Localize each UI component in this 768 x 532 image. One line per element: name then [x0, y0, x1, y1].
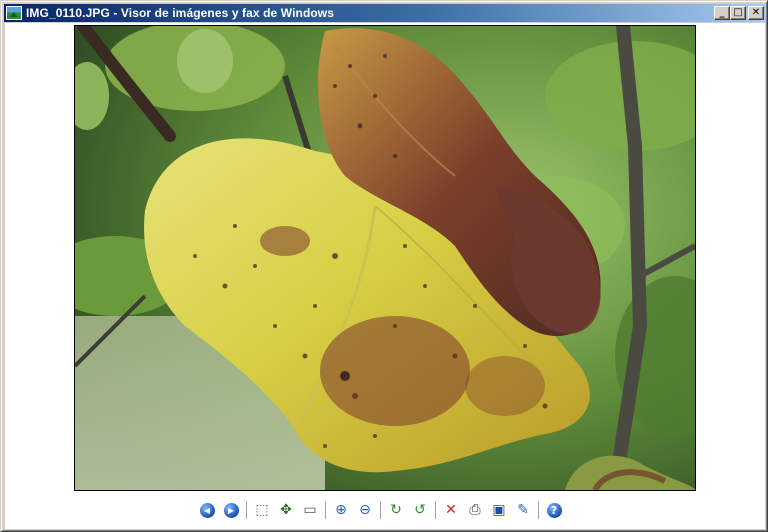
best-fit-button[interactable]: ⬚: [252, 500, 272, 520]
save-button[interactable]: ▣: [489, 500, 509, 520]
print-button[interactable]: ⎙: [465, 500, 485, 520]
edit-image-button[interactable]: ✎: [513, 500, 533, 520]
toolbar-separator: [246, 501, 247, 519]
rotate-clockwise-icon: ↻: [390, 502, 402, 518]
minimize-button[interactable]: _: [714, 6, 730, 20]
rotate-clockwise-button[interactable]: ↻: [386, 500, 406, 520]
arrow-right-circle-icon: ▶: [223, 502, 239, 518]
photo-fig-leaf: [75, 26, 695, 490]
arrow-left-circle-icon: ◀: [199, 502, 215, 518]
caption-buttons: _ □ ✕: [714, 6, 764, 20]
rotate-counterclockwise-icon: ↺: [414, 502, 426, 518]
rotate-counterclockwise-button[interactable]: ↺: [410, 500, 430, 520]
viewer-area: ◀ ▶ ⬚ ✥ ▭ ⊕ ⊖ ↻ ↺ ✕ ⎙ ▣ ✎ ?: [5, 23, 765, 529]
previous-image-button[interactable]: ◀: [197, 500, 217, 520]
displayed-photo[interactable]: [74, 25, 696, 491]
title-bar[interactable]: IMG_0110.JPG - Visor de imágenes y fax d…: [4, 4, 766, 22]
toolbar-separator: [380, 501, 381, 519]
maximize-button[interactable]: □: [730, 6, 746, 20]
zoom-out-icon: ⊖: [359, 502, 371, 518]
image-viewer-app-icon[interactable]: [6, 6, 22, 20]
actual-size-button[interactable]: ✥: [276, 500, 296, 520]
toolbar-separator: [435, 501, 436, 519]
delete-button[interactable]: ✕: [441, 500, 461, 520]
window-title: IMG_0110.JPG - Visor de imágenes y fax d…: [26, 6, 335, 20]
image-viewer-window: IMG_0110.JPG - Visor de imágenes y fax d…: [0, 0, 768, 532]
fit-icon: ⬚: [255, 502, 269, 518]
toolbar-separator: [538, 501, 539, 519]
delete-icon: ✕: [445, 502, 457, 518]
print-icon: ⎙: [469, 502, 481, 518]
edit-image-icon: ✎: [517, 502, 529, 518]
save-icon: ▣: [492, 502, 506, 518]
zoom-in-button[interactable]: ⊕: [331, 500, 351, 520]
help-button[interactable]: ?: [544, 500, 564, 520]
help-icon: ?: [546, 502, 562, 518]
slideshow-button[interactable]: ▭: [300, 500, 320, 520]
toolbar-separator: [325, 501, 326, 519]
next-image-button[interactable]: ▶: [221, 500, 241, 520]
slideshow-icon: ▭: [303, 502, 317, 518]
zoom-in-icon: ⊕: [335, 502, 347, 518]
zoom-out-button[interactable]: ⊖: [355, 500, 375, 520]
actual-size-icon: ✥: [280, 502, 292, 518]
close-button[interactable]: ✕: [748, 6, 764, 20]
viewer-toolbar: ◀ ▶ ⬚ ✥ ▭ ⊕ ⊖ ↻ ↺ ✕ ⎙ ▣ ✎ ?: [197, 500, 568, 520]
